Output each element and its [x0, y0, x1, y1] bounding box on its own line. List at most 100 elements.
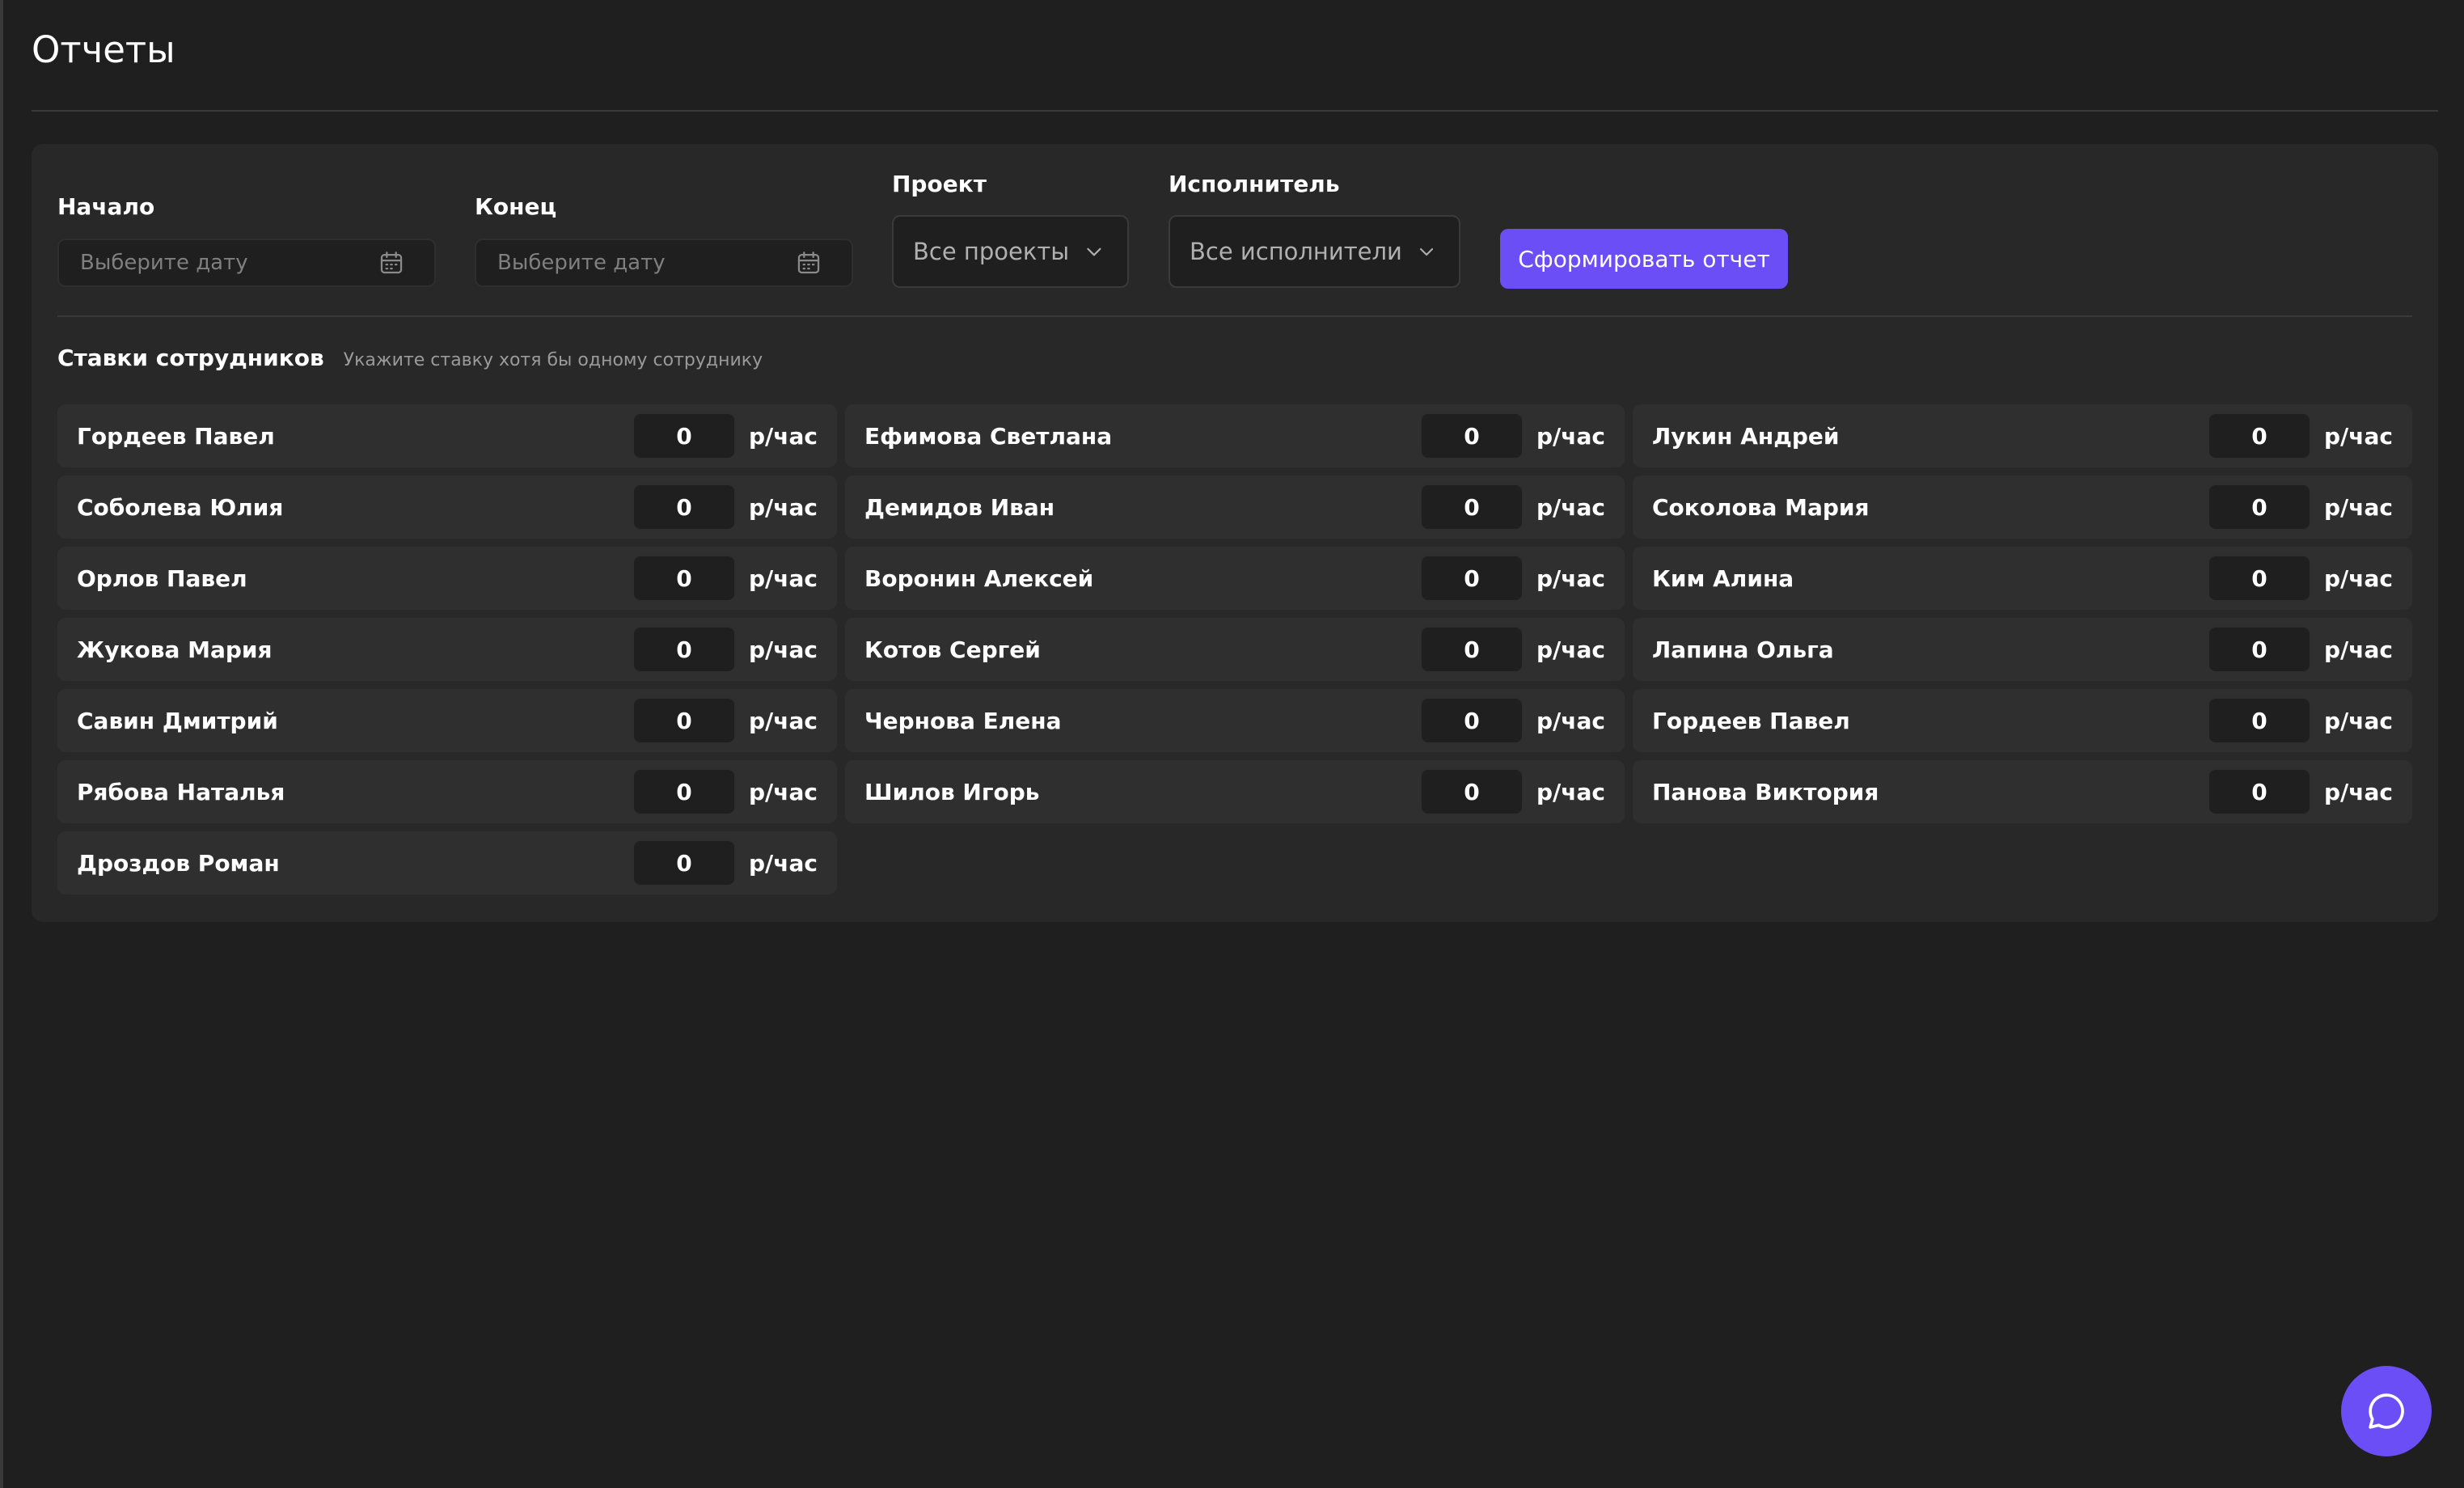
rate-unit: р/час [749, 422, 818, 450]
project-label: Проект [892, 171, 987, 197]
rate-input[interactable] [632, 484, 737, 531]
employee-name: Соколова Мария [1652, 493, 1870, 521]
calendar-icon[interactable] [795, 249, 822, 277]
rates-heading: Ставки сотрудников Укажите ставку хотя б… [57, 345, 763, 371]
employee-name: Котов Сергей [864, 636, 1041, 663]
rate-unit: р/час [2324, 422, 2393, 450]
rate-unit: р/час [749, 493, 818, 521]
employee-rate-row: Гордеев Павел р/час [1633, 689, 2412, 752]
employee-rate-row: Панова Виктория р/час [1633, 760, 2412, 823]
rate-unit: р/час [749, 707, 818, 734]
employee-rate-row: Соболева Юлия р/час [57, 476, 837, 539]
start-date-input[interactable] [78, 250, 378, 276]
rate-unit: р/час [749, 849, 818, 877]
employee-name: Чернова Елена [864, 707, 1062, 734]
title-divider [32, 110, 2438, 112]
rate-input[interactable] [2208, 697, 2312, 744]
rate-input[interactable] [2208, 555, 2312, 602]
rate-input[interactable] [1420, 555, 1524, 602]
rate-input[interactable] [1420, 626, 1524, 673]
employee-rate-row: Рябова Наталья р/час [57, 760, 837, 823]
employee-name: Орлов Павел [77, 564, 247, 592]
calendar-icon[interactable] [378, 249, 405, 277]
rate-unit: р/час [749, 778, 818, 805]
employee-rate-row: Шилов Игорь р/час [845, 760, 1625, 823]
chat-bubble-icon [2369, 1393, 2404, 1429]
assignee-label: Исполнитель [1169, 171, 1340, 197]
rate-input[interactable] [632, 839, 737, 886]
rate-input[interactable] [632, 555, 737, 602]
page-title: Отчеты [32, 28, 175, 71]
rate-input[interactable] [2208, 768, 2312, 815]
employee-rate-row: Демидов Иван р/час [845, 476, 1625, 539]
employee-name: Воронин Алексей [864, 564, 1094, 592]
rate-unit: р/час [2324, 493, 2393, 521]
end-date-field[interactable] [475, 239, 853, 287]
employee-name: Дроздов Роман [77, 849, 280, 877]
employee-rate-row: Соколова Мария р/час [1633, 476, 2412, 539]
employee-name: Жукова Мария [77, 636, 273, 663]
end-date-label: Конец [475, 193, 557, 220]
employee-rate-row: Ким Алина р/час [1633, 547, 2412, 610]
employee-rate-row: Жукова Мария р/час [57, 618, 837, 681]
employee-rate-row: Чернова Елена р/час [845, 689, 1625, 752]
rate-unit: р/час [2324, 636, 2393, 663]
employee-name: Панова Виктория [1652, 778, 1879, 805]
employee-rates-grid: Гордеев Павел р/час Ефимова Светлана р/ч… [57, 404, 2412, 894]
employee-rate-row: Гордеев Павел р/час [57, 404, 837, 467]
rate-unit: р/час [1536, 422, 1605, 450]
rate-unit: р/час [2324, 707, 2393, 734]
chevron-down-icon [1419, 247, 1433, 256]
assignee-select-value: Все исполнители [1190, 238, 1402, 265]
employee-rate-row: Ефимова Светлана р/час [845, 404, 1625, 467]
employee-rate-row: Лапина Ольга р/час [1633, 618, 2412, 681]
filters-divider [57, 315, 2412, 317]
rate-input[interactable] [2208, 626, 2312, 673]
employee-name: Ким Алина [1652, 564, 1794, 592]
rate-unit: р/час [2324, 564, 2393, 592]
rate-input[interactable] [632, 412, 737, 459]
rate-unit: р/час [749, 564, 818, 592]
generate-report-button[interactable]: Сформировать отчет [1500, 229, 1788, 289]
employee-name: Савин Дмитрий [77, 707, 278, 734]
rate-unit: р/час [749, 636, 818, 663]
employee-name: Лукин Андрей [1652, 422, 1840, 450]
employee-name: Соболева Юлия [77, 493, 284, 521]
project-select[interactable]: Все проекты [892, 215, 1129, 288]
employee-name: Ефимова Светлана [864, 422, 1113, 450]
rate-input[interactable] [1420, 768, 1524, 815]
rate-input[interactable] [1420, 697, 1524, 744]
rate-unit: р/час [1536, 493, 1605, 521]
rates-hint: Укажите ставку хотя бы одному сотруднику [343, 350, 763, 370]
project-select-value: Все проекты [913, 238, 1070, 265]
chat-button[interactable] [2341, 1366, 2432, 1456]
rate-input[interactable] [2208, 484, 2312, 531]
employee-name: Шилов Игорь [864, 778, 1040, 805]
employee-rate-row: Орлов Павел р/час [57, 547, 837, 610]
rates-title: Ставки сотрудников [57, 345, 324, 371]
rate-unit: р/час [1536, 707, 1605, 734]
rate-input[interactable] [1420, 484, 1524, 531]
rate-input[interactable] [632, 626, 737, 673]
employee-name: Лапина Ольга [1652, 636, 1834, 663]
employee-name: Демидов Иван [864, 493, 1055, 521]
employee-rate-row: Савин Дмитрий р/час [57, 689, 837, 752]
employee-rate-row: Котов Сергей р/час [845, 618, 1625, 681]
start-date-field[interactable] [57, 239, 436, 287]
rate-input[interactable] [632, 768, 737, 815]
rate-unit: р/час [2324, 778, 2393, 805]
assignee-select[interactable]: Все исполнители [1169, 215, 1460, 288]
rate-unit: р/час [1536, 564, 1605, 592]
start-date-label: Начало [57, 193, 155, 220]
employee-name: Рябова Наталья [77, 778, 285, 805]
end-date-input[interactable] [496, 250, 795, 276]
rate-unit: р/час [1536, 636, 1605, 663]
rate-input[interactable] [2208, 412, 2312, 459]
rate-input[interactable] [632, 697, 737, 744]
employee-name: Гордеев Павел [77, 422, 275, 450]
employee-rate-row: Воронин Алексей р/час [845, 547, 1625, 610]
rate-unit: р/час [1536, 778, 1605, 805]
rate-input[interactable] [1420, 412, 1524, 459]
chevron-down-icon [1087, 247, 1101, 256]
employee-rate-row: Лукин Андрей р/час [1633, 404, 2412, 467]
